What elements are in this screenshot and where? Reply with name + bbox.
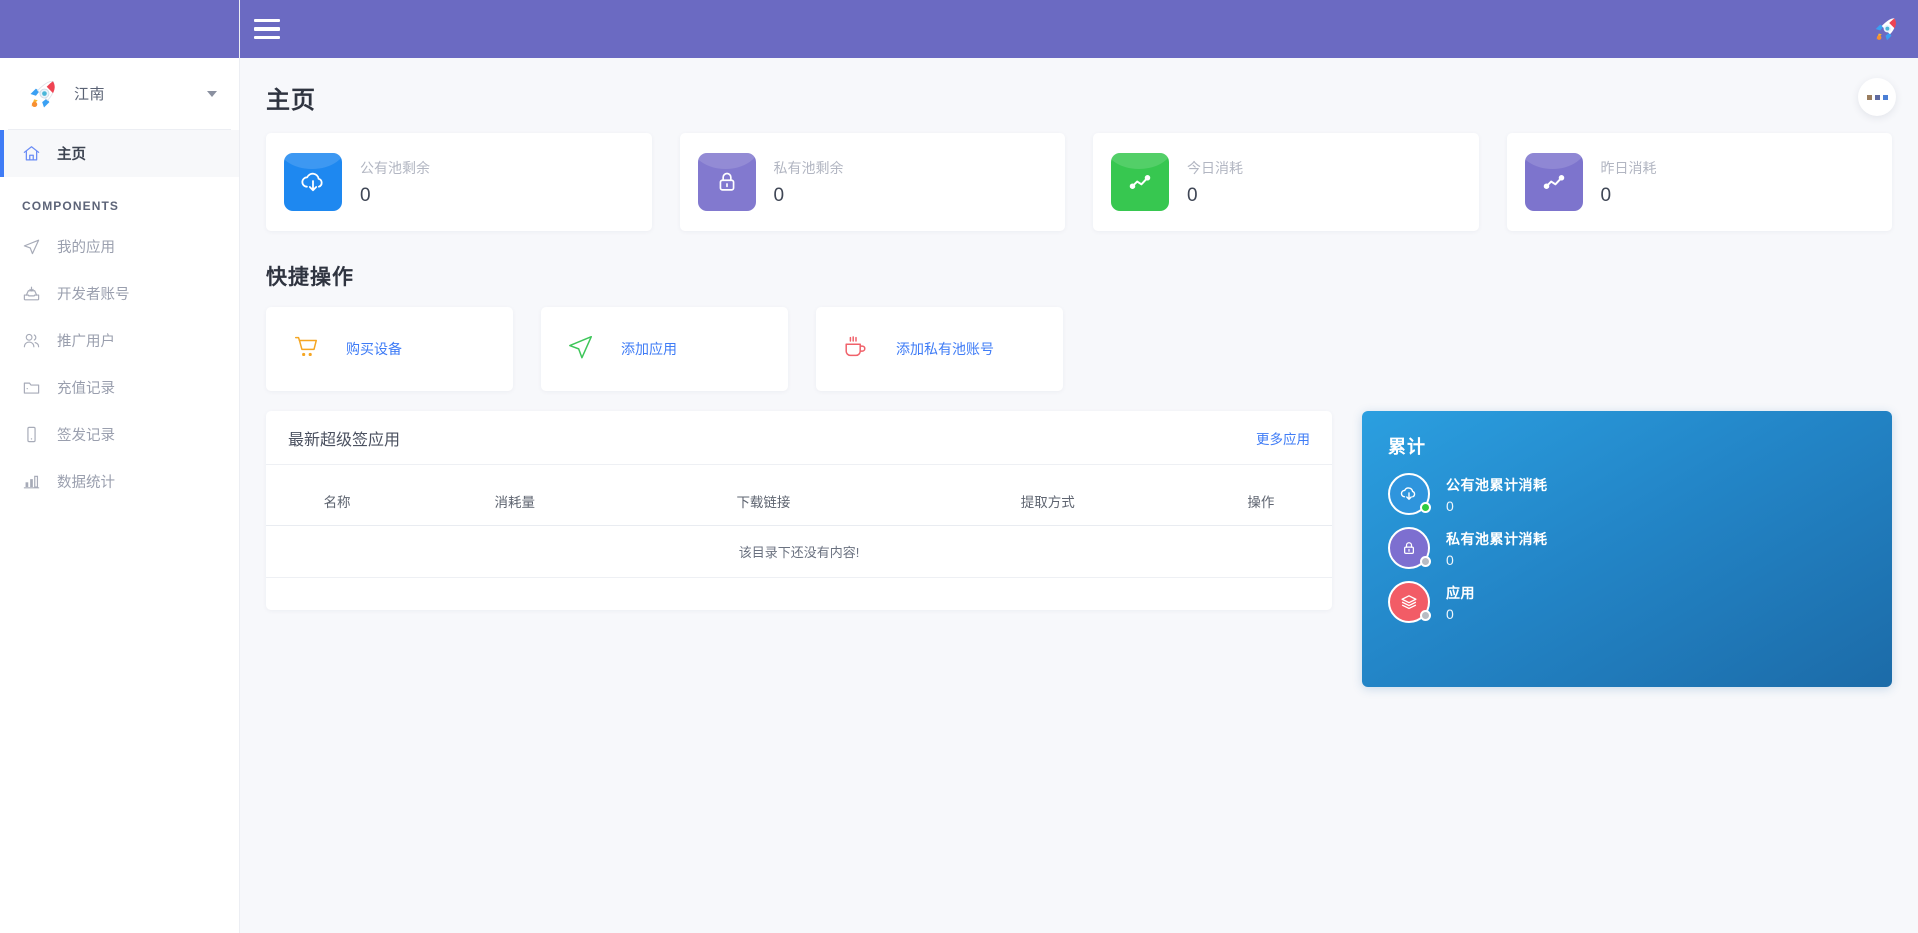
more-dots-icon	[1867, 95, 1872, 100]
cumulative-label: 私有池累计消耗	[1446, 529, 1548, 549]
cloud-download-icon	[284, 153, 342, 211]
sidebar-item-label: 开发者账号	[57, 283, 130, 304]
stat-label: 公有池剩余	[360, 158, 430, 178]
column-header-name: 名称	[266, 465, 408, 526]
sidebar-item-label: 我的应用	[57, 236, 115, 257]
sidebar-item-data-statistics[interactable]: 数据统计	[0, 458, 239, 505]
stat-card-private-pool-remaining[interactable]: 私有池剩余 0	[680, 133, 1066, 231]
cumulative-value: 0	[1446, 552, 1548, 568]
sidebar-section-title: COMPONENTS	[0, 177, 239, 223]
sidebar-item-label: 推广用户	[57, 330, 115, 351]
quick-actions-row: 购买设备 添加应用	[266, 307, 1892, 391]
stat-card-public-pool-remaining[interactable]: 公有池剩余 0	[266, 133, 652, 231]
lock-icon	[1388, 527, 1430, 569]
table-header-row: 名称 消耗量 下载链接 提取方式 操作	[266, 465, 1332, 526]
page-content: 主页 公有池剩余 0	[240, 58, 1918, 687]
cloud-download-icon	[1388, 473, 1430, 515]
status-dot	[1420, 502, 1431, 513]
more-dots-icon	[1875, 95, 1880, 100]
send-icon	[22, 237, 41, 256]
cumulative-item-apps: 应用 0	[1388, 581, 1866, 623]
send-icon	[567, 333, 595, 366]
brand-account-switcher[interactable]: 江南	[8, 58, 231, 130]
more-dots-icon	[1883, 95, 1888, 100]
stat-value: 0	[1187, 185, 1243, 207]
status-dot	[1420, 556, 1431, 567]
quick-action-add-private-pool-account[interactable]: 添加私有池账号	[816, 307, 1063, 391]
cumulative-label: 应用	[1446, 583, 1475, 603]
more-options-button[interactable]	[1858, 78, 1896, 116]
sidebar-item-promo-users[interactable]: 推广用户	[0, 317, 239, 364]
topbar	[240, 0, 1918, 58]
rocket-icon	[26, 76, 62, 112]
sidebar-item-label: 签发记录	[57, 424, 115, 445]
lower-section: 最新超级签应用 更多应用 名称 消耗量 下载链接 提取方式 操作	[266, 411, 1892, 687]
layers-icon	[1388, 581, 1430, 623]
cumulative-item-public-pool: 公有池累计消耗 0	[1388, 473, 1866, 515]
quick-action-label: 添加应用	[621, 339, 677, 359]
trend-line-icon	[1111, 153, 1169, 211]
quick-action-label: 购买设备	[346, 339, 402, 359]
status-dot	[1420, 610, 1431, 621]
stat-label: 私有池剩余	[774, 158, 844, 178]
panel-footer-spacer	[266, 578, 1332, 610]
chevron-down-icon[interactable]	[207, 91, 217, 97]
sidebar-item-home[interactable]: 主页	[0, 130, 239, 177]
column-header-consumption: 消耗量	[408, 465, 621, 526]
quick-action-label: 添加私有池账号	[896, 339, 994, 359]
column-header-fetch-method: 提取方式	[906, 465, 1190, 526]
table-empty-row: 该目录下还没有内容!	[266, 526, 1332, 578]
empty-state-text: 该目录下还没有内容!	[266, 526, 1332, 578]
stat-card-yesterday-consumption[interactable]: 昨日消耗 0	[1507, 133, 1893, 231]
cumulative-title: 累计	[1388, 433, 1866, 459]
trend-line-icon	[1525, 153, 1583, 211]
sidebar: 江南 主页 COMPONENTS 我的应用	[0, 0, 240, 933]
sidebar-topbar-spacer	[0, 0, 239, 58]
page-title: 主页	[266, 80, 1892, 115]
mobile-icon	[22, 425, 41, 444]
app-root: 江南 主页 COMPONENTS 我的应用	[0, 0, 1918, 933]
rocket-icon[interactable]	[1872, 14, 1902, 44]
coffee-icon	[842, 333, 870, 366]
cumulative-panel: 累计 公有池累计消耗 0	[1362, 411, 1892, 687]
inbox-download-icon	[22, 284, 41, 303]
stat-value: 0	[360, 185, 430, 207]
sidebar-item-label: 数据统计	[57, 471, 115, 492]
home-icon	[22, 144, 41, 163]
quick-action-add-app[interactable]: 添加应用	[541, 307, 788, 391]
quick-action-buy-device[interactable]: 购买设备	[266, 307, 513, 391]
stat-card-today-consumption[interactable]: 今日消耗 0	[1093, 133, 1479, 231]
sidebar-item-label: 主页	[57, 143, 86, 164]
sidebar-item-developer-account[interactable]: 开发者账号	[0, 270, 239, 317]
bar-chart-icon	[22, 472, 41, 491]
users-icon	[22, 331, 41, 350]
latest-super-sign-apps-panel: 最新超级签应用 更多应用 名称 消耗量 下载链接 提取方式 操作	[266, 411, 1332, 610]
sidebar-item-label: 充值记录	[57, 377, 115, 398]
more-apps-link[interactable]: 更多应用	[1256, 428, 1310, 448]
stat-card-row: 公有池剩余 0 私有池剩余 0	[266, 133, 1892, 231]
lock-icon	[698, 153, 756, 211]
sidebar-item-my-apps[interactable]: 我的应用	[0, 223, 239, 270]
quick-actions-title: 快捷操作	[266, 261, 1892, 291]
apps-table: 名称 消耗量 下载链接 提取方式 操作 该目录下还没有内容!	[266, 465, 1332, 578]
hamburger-icon[interactable]	[254, 19, 280, 39]
stat-value: 0	[774, 185, 844, 207]
folder-icon	[22, 378, 41, 397]
cumulative-value: 0	[1446, 498, 1548, 514]
cumulative-item-private-pool: 私有池累计消耗 0	[1388, 527, 1866, 569]
main-area: 主页 公有池剩余 0	[240, 0, 1918, 933]
panel-header: 最新超级签应用 更多应用	[266, 411, 1332, 465]
sidebar-item-issue-records[interactable]: 签发记录	[0, 411, 239, 458]
stat-value: 0	[1601, 185, 1657, 207]
column-header-actions: 操作	[1190, 465, 1332, 526]
cumulative-label: 公有池累计消耗	[1446, 475, 1548, 495]
cumulative-value: 0	[1446, 606, 1475, 622]
stat-label: 昨日消耗	[1601, 158, 1657, 178]
column-header-download-link: 下载链接	[621, 465, 905, 526]
brand-name: 江南	[74, 83, 105, 104]
panel-title: 最新超级签应用	[288, 426, 400, 450]
stat-label: 今日消耗	[1187, 158, 1243, 178]
cart-icon	[292, 333, 320, 366]
sidebar-item-recharge-records[interactable]: 充值记录	[0, 364, 239, 411]
